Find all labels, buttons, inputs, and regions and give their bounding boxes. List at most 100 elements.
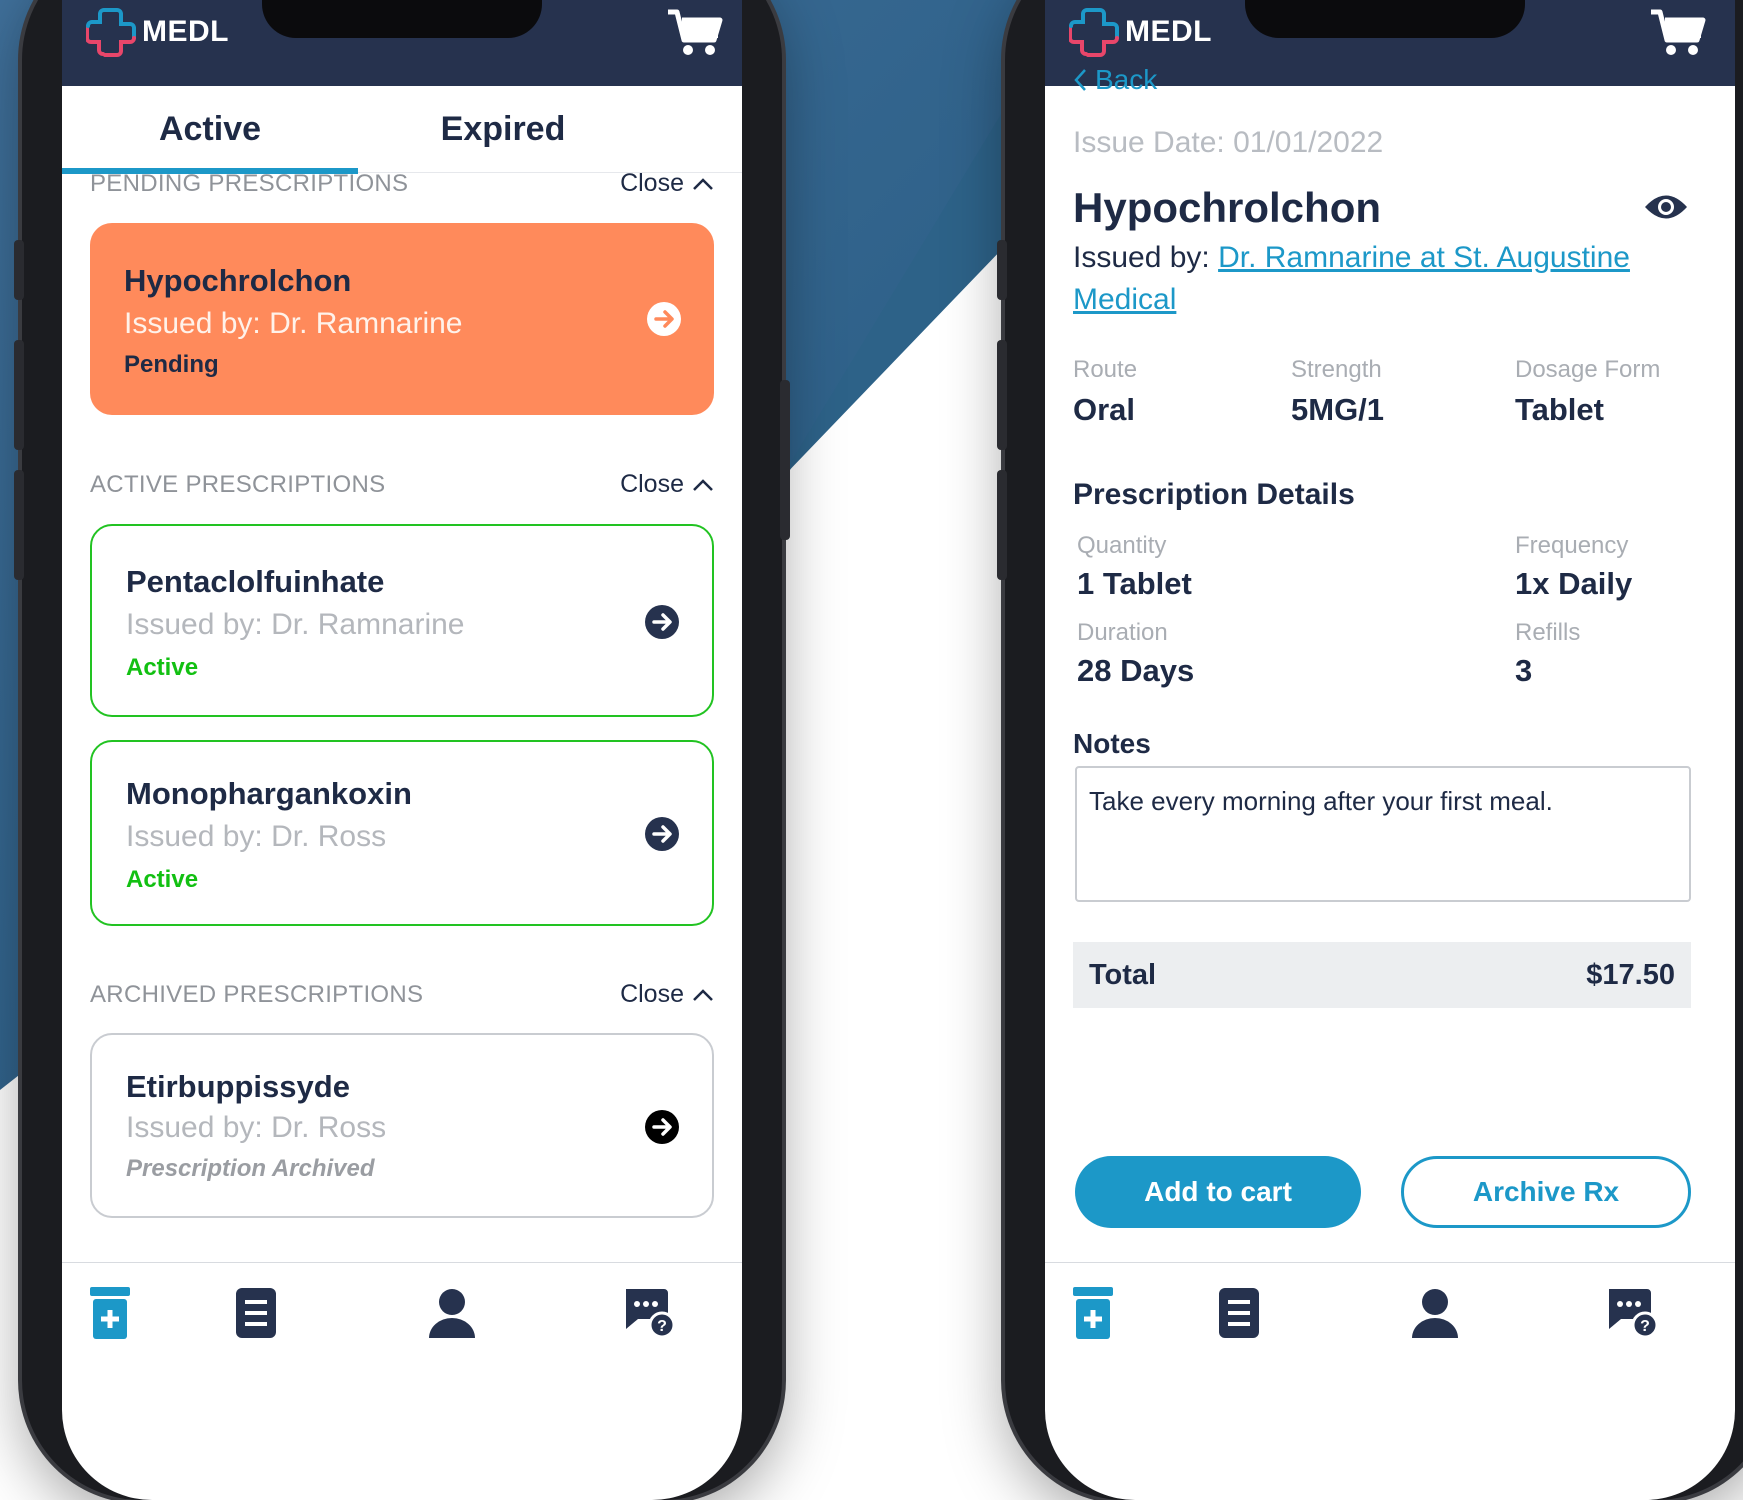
route-value: Oral (1073, 392, 1136, 427)
arrow-right-circle-icon[interactable] (644, 604, 680, 640)
frequency-label: Frequency (1515, 532, 1629, 559)
bottom-nav: ? (1045, 1262, 1735, 1403)
app-header: MEDL (62, 0, 742, 86)
phone-frame-right: MEDL Back Issue Date: 01/01/2022 Hypochr… (997, 0, 1743, 1500)
active-prescription-card[interactable]: Pentaclolfuinhate Issued by: Dr. Ramnari… (90, 524, 714, 717)
archive-rx-button[interactable]: Archive Rx (1401, 1156, 1691, 1228)
dosage-form-label: Dosage Form (1515, 356, 1661, 383)
status-badge: Active (126, 654, 199, 681)
brand-name: MEDL (1125, 15, 1212, 48)
svg-text:?: ? (1640, 1318, 1650, 1335)
section-title: ACTIVE PRESCRIPTIONS (90, 470, 386, 498)
active-section-header: ACTIVE PRESCRIPTIONS Close (90, 470, 714, 499)
drug-name: Monophargankoxin (126, 776, 412, 811)
strength-value: 5MG/1 (1291, 392, 1385, 427)
refills-value: 3 (1515, 653, 1533, 688)
nav-profile[interactable] (1405, 1281, 1465, 1345)
issued-by: Issued by: Dr. Ross (126, 1111, 387, 1144)
profile-icon (1412, 1289, 1458, 1338)
pending-collapse-toggle[interactable]: Close (620, 169, 714, 198)
chevron-up-icon (693, 177, 713, 190)
section-title: ARCHIVED PRESCRIPTIONS (90, 980, 424, 1008)
pending-prescription-card[interactable]: Hypochrolchon Issued by: Dr. Ramnarine P… (90, 223, 714, 415)
section-title: PENDING PRESCRIPTIONS (90, 169, 409, 197)
nav-orders[interactable] (226, 1281, 286, 1345)
duration-label: Duration (1077, 619, 1168, 646)
issue-date: Issue Date: 01/01/2022 (1073, 126, 1384, 159)
strength-label: Strength (1291, 356, 1382, 383)
issued-by: Issued by: Dr. Ramnarine at St. Augustin… (1073, 237, 1653, 321)
status-badge: Pending (124, 351, 219, 378)
route-label: Route (1073, 356, 1138, 383)
archived-collapse-toggle[interactable]: Close (620, 980, 714, 1009)
nav-help[interactable]: ? (618, 1281, 678, 1345)
issued-by: Issued by: Dr. Ross (126, 820, 387, 853)
drug-name: Etirbuppissyde (126, 1069, 350, 1104)
toggle-label: Close (620, 980, 684, 1008)
camera-notch (1245, 0, 1525, 38)
dosage-form-value: Tablet (1515, 392, 1604, 427)
orders-list-icon (236, 1288, 276, 1338)
frequency-value: 1x Daily (1515, 566, 1633, 601)
duration-value: 28 Days (1077, 653, 1195, 688)
refills-label: Refills (1515, 619, 1581, 646)
quantity-value: 1 Tablet (1077, 566, 1192, 601)
medl-logo: MEDL (1069, 6, 1212, 58)
phone-frame-left: MEDL Active Expired PENDING PRESCRIPTION… (14, 0, 790, 1500)
back-link[interactable]: Back (1073, 64, 1157, 96)
chevron-left-icon (1074, 69, 1086, 91)
issued-prefix: Issued by: (1073, 241, 1219, 274)
notes-textarea[interactable]: Take every morning after your first meal… (1075, 766, 1691, 902)
prescription-detail-screen: MEDL Back Issue Date: 01/01/2022 Hypochr… (1045, 0, 1735, 1500)
tab-active[interactable]: Active (62, 86, 358, 174)
brand-name: MEDL (142, 15, 229, 48)
help-chat-icon: ? (1609, 1289, 1657, 1339)
profile-icon (429, 1289, 475, 1338)
archived-prescription-card[interactable]: Etirbuppissyde Issued by: Dr. Ross Presc… (90, 1033, 714, 1218)
total-label: Total (1089, 958, 1157, 991)
prescription-details-heading: Prescription Details (1073, 478, 1355, 511)
notes-heading: Notes (1073, 728, 1151, 759)
issued-by: Issued by: Dr. Ramnarine (124, 307, 463, 340)
chevron-up-icon (693, 478, 713, 491)
drug-name: Pentaclolfuinhate (126, 564, 385, 599)
arrow-right-circle-icon[interactable] (644, 816, 680, 852)
tab-expired[interactable]: Expired (358, 86, 648, 172)
camera-notch (262, 0, 542, 38)
arrow-right-circle-icon[interactable] (644, 1109, 680, 1145)
prescription-bottle-icon (90, 1287, 130, 1339)
add-to-cart-button[interactable]: Add to cart (1075, 1156, 1361, 1228)
issued-by: Issued by: Dr. Ramnarine (126, 608, 465, 641)
nav-help[interactable]: ? (1601, 1281, 1661, 1345)
nav-orders[interactable] (1209, 1281, 1269, 1345)
bottom-nav: ? (62, 1262, 742, 1403)
chevron-up-icon (693, 988, 713, 1001)
orders-list-icon (1219, 1288, 1259, 1338)
total-value: $17.50 (1586, 958, 1675, 991)
prescription-bottle-icon (1073, 1287, 1113, 1339)
svg-text:?: ? (657, 1318, 667, 1335)
nav-profile[interactable] (422, 1281, 482, 1345)
active-prescription-card[interactable]: Monophargankoxin Issued by: Dr. Ross Act… (90, 740, 714, 926)
status-badge: Prescription Archived (126, 1155, 375, 1182)
help-chat-icon: ? (626, 1289, 674, 1339)
prescription-tabs: Active Expired (62, 86, 742, 174)
nav-prescriptions[interactable] (80, 1281, 140, 1345)
quantity-label: Quantity (1077, 532, 1167, 559)
drug-title: Hypochrolchon (1073, 184, 1382, 231)
prescriptions-list-screen: MEDL Active Expired PENDING PRESCRIPTION… (62, 0, 742, 1500)
archived-section-header: ARCHIVED PRESCRIPTIONS Close (90, 980, 714, 1009)
cart-icon[interactable] (1649, 8, 1707, 58)
pending-section-header: PENDING PRESCRIPTIONS Close (90, 169, 714, 198)
toggle-label: Close (620, 169, 684, 197)
nav-prescriptions[interactable] (1063, 1281, 1123, 1345)
arrow-right-circle-icon[interactable] (646, 301, 682, 337)
total-bar: Total $17.50 (1073, 942, 1691, 1008)
active-collapse-toggle[interactable]: Close (620, 470, 714, 499)
cart-icon[interactable] (666, 8, 724, 58)
eye-icon[interactable] (1643, 192, 1689, 222)
status-badge: Active (126, 866, 199, 893)
medl-cross-icon (86, 8, 136, 57)
drug-name: Hypochrolchon (124, 263, 352, 298)
medl-logo: MEDL (86, 6, 229, 58)
